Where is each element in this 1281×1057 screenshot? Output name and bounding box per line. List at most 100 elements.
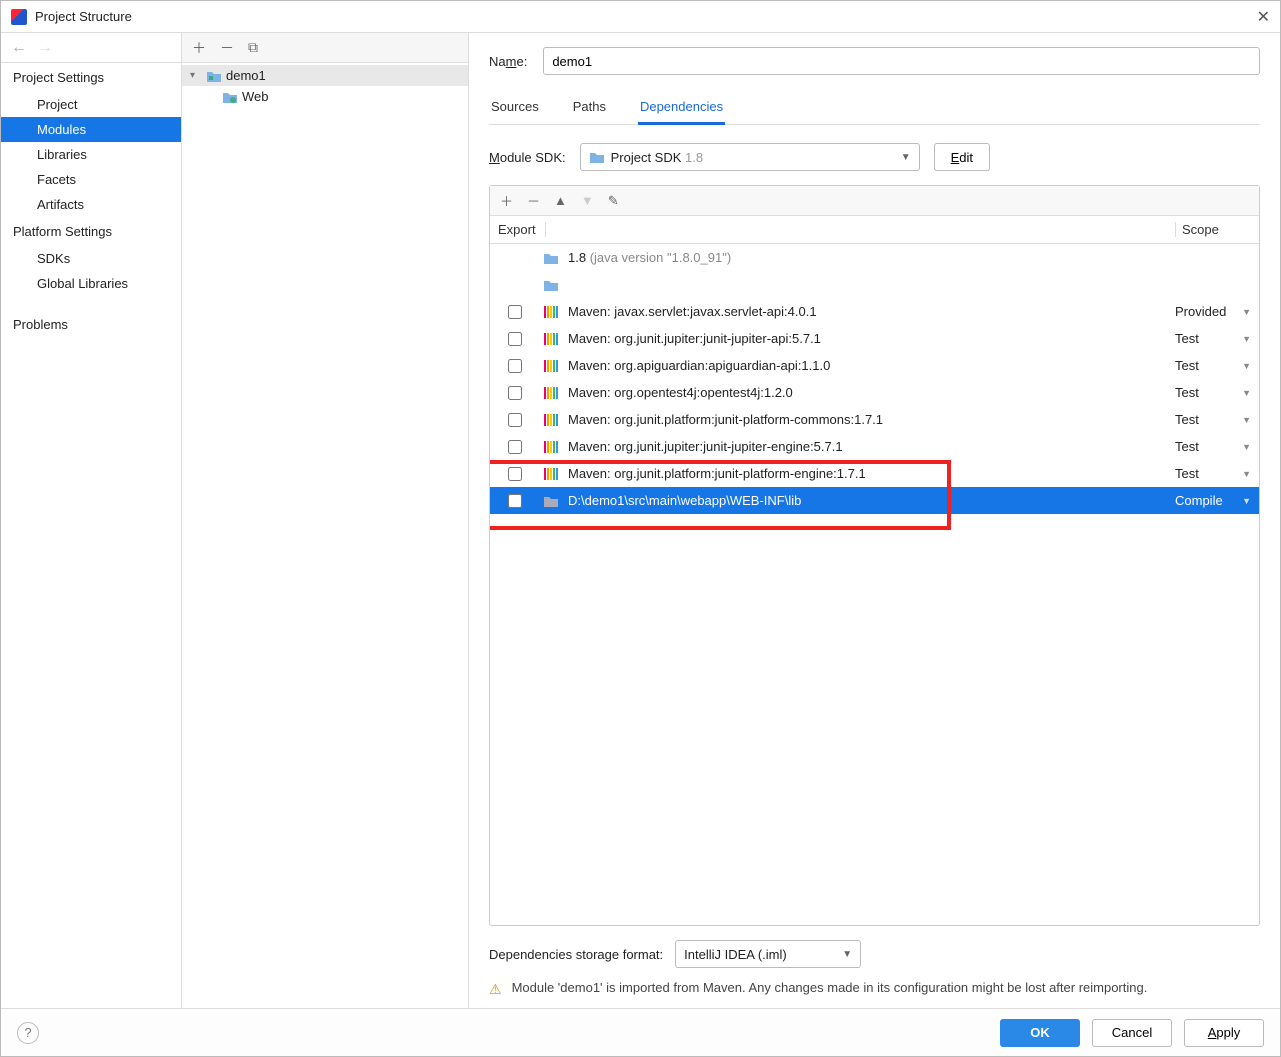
export-checkbox[interactable]	[508, 494, 522, 508]
module-sdk-select[interactable]: Project SDK 1.8 ▼	[580, 143, 920, 171]
warning-icon: ⚠	[489, 981, 502, 998]
col-export[interactable]: Export	[490, 222, 546, 237]
dependency-row[interactable]: Maven: org.junit.platform:junit-platform…	[490, 460, 1259, 487]
close-icon[interactable]: ✕	[1257, 7, 1270, 27]
dependency-row[interactable]: D:\demo1\src\main\webapp\WEB-INF\lib Comp…	[490, 487, 1259, 514]
export-checkbox[interactable]	[508, 413, 522, 427]
help-button[interactable]: ?	[17, 1022, 39, 1044]
sidebar-item-libraries[interactable]: Libraries	[1, 142, 181, 167]
edit-icon[interactable]: ✎	[608, 193, 619, 209]
edit-sdk-button[interactable]: Edit	[934, 143, 990, 171]
scope-select[interactable]: Test▼	[1175, 466, 1253, 481]
dependency-row[interactable]: Maven: org.junit.platform:junit-platform…	[490, 406, 1259, 433]
section-project-settings: Project Settings	[1, 63, 181, 92]
export-checkbox[interactable]	[508, 332, 522, 346]
dependency-row[interactable]: 1.8 (java version "1.8.0_91")	[490, 244, 1259, 271]
scope-select[interactable]: Provided▼	[1175, 304, 1253, 319]
dependency-row[interactable]	[490, 271, 1259, 298]
deps-toolbar: ＋ － ▲ ▼ ✎	[490, 186, 1259, 216]
dependency-name: Maven: javax.servlet:javax.servlet-api:4…	[568, 304, 1167, 319]
scope-select[interactable]: Test▼	[1175, 358, 1253, 373]
module-folder-icon	[206, 69, 222, 83]
scope-select[interactable]: Test▼	[1175, 439, 1253, 454]
module-tabs: Sources Paths Dependencies	[489, 93, 1260, 125]
sdk-folder-icon	[589, 150, 605, 164]
col-scope[interactable]: Scope	[1175, 222, 1259, 237]
scope-select[interactable]: Compile▼	[1175, 493, 1253, 508]
dependency-name: Maven: org.junit.platform:junit-platform…	[568, 412, 1167, 427]
move-up-icon[interactable]: ▲	[554, 193, 567, 208]
sidebar-item-facets[interactable]: Facets	[1, 167, 181, 192]
web-folder-icon	[222, 90, 238, 104]
export-checkbox[interactable]	[508, 386, 522, 400]
dialog-footer: ? OK Cancel Apply	[1, 1008, 1280, 1056]
library-icon	[542, 468, 560, 480]
dependency-row[interactable]: Maven: org.apiguardian:apiguardian-api:1…	[490, 352, 1259, 379]
folder-icon	[542, 251, 560, 265]
tree-item-demo1[interactable]: ▾ demo1	[182, 65, 468, 86]
storage-label: Dependencies storage format:	[489, 947, 663, 962]
warning-row: ⚠ Module 'demo1' is imported from Maven.…	[489, 976, 1260, 1008]
directory-icon	[542, 494, 560, 508]
copy-icon[interactable]: ⧉	[248, 39, 258, 56]
tab-paths[interactable]: Paths	[571, 93, 608, 124]
scope-select[interactable]: Test▼	[1175, 412, 1253, 427]
titlebar: Project Structure ✕	[1, 1, 1280, 33]
sidebar-item-global-libraries[interactable]: Global Libraries	[1, 271, 181, 296]
dependency-name: D:\demo1\src\main\webapp\WEB-INF\lib	[568, 493, 1167, 508]
scope-select[interactable]: Test▼	[1175, 385, 1253, 400]
move-down-icon[interactable]: ▼	[581, 193, 594, 208]
module-sdk-label: Module SDK:	[489, 150, 566, 165]
library-icon	[542, 414, 560, 426]
chevron-down-icon[interactable]: ▾	[190, 70, 202, 81]
add-icon[interactable]: ＋	[192, 38, 206, 58]
remove-icon[interactable]: －	[527, 191, 540, 210]
apply-button[interactable]: Apply	[1184, 1019, 1264, 1047]
tree-item-label: Web	[242, 89, 269, 104]
warning-text: Module 'demo1' is imported from Maven. A…	[512, 980, 1148, 995]
scope-select[interactable]: Test▼	[1175, 331, 1253, 346]
dependency-name: Maven: org.junit.jupiter:junit-jupiter-a…	[568, 331, 1167, 346]
tab-sources[interactable]: Sources	[489, 93, 541, 124]
export-checkbox[interactable]	[508, 305, 522, 319]
remove-icon[interactable]: －	[220, 38, 234, 58]
dependency-row[interactable]: Maven: javax.servlet:javax.servlet-api:4…	[490, 298, 1259, 325]
library-icon	[542, 333, 560, 345]
sidebar-item-sdks[interactable]: SDKs	[1, 246, 181, 271]
dependency-row[interactable]: Maven: org.junit.jupiter:junit-jupiter-a…	[490, 325, 1259, 352]
library-icon	[542, 306, 560, 318]
sidebar-item-modules[interactable]: Modules	[1, 117, 181, 142]
settings-sidebar: ← → Project Settings Project Modules Lib…	[1, 33, 182, 1008]
sidebar-item-problems[interactable]: Problems	[1, 310, 181, 339]
library-icon	[542, 441, 560, 453]
sidebar-item-project[interactable]: Project	[1, 92, 181, 117]
storage-value: IntelliJ IDEA (.iml)	[684, 947, 787, 962]
chevron-down-icon: ▼	[901, 152, 911, 163]
ok-button[interactable]: OK	[1000, 1019, 1080, 1047]
name-input[interactable]	[543, 47, 1260, 75]
forward-icon[interactable]: →	[37, 39, 53, 57]
chevron-down-icon: ▼	[842, 949, 852, 960]
name-label: Name:	[489, 54, 527, 69]
module-content: Name: Sources Paths Dependencies Module …	[469, 33, 1280, 1008]
export-checkbox[interactable]	[508, 440, 522, 454]
dependency-name: 1.8 (java version "1.8.0_91")	[568, 250, 1167, 265]
module-tree-panel: ＋ － ⧉ ▾ demo1 Web	[182, 33, 469, 1008]
export-checkbox[interactable]	[508, 359, 522, 373]
dependency-row[interactable]: Maven: org.opentest4j:opentest4j:1.2.0Te…	[490, 379, 1259, 406]
dependency-row[interactable]: Maven: org.junit.jupiter:junit-jupiter-e…	[490, 433, 1259, 460]
folder-icon	[542, 278, 560, 292]
sidebar-item-artifacts[interactable]: Artifacts	[1, 192, 181, 217]
dependency-name: Maven: org.apiguardian:apiguardian-api:1…	[568, 358, 1167, 373]
tree-item-web[interactable]: Web	[182, 86, 468, 107]
add-icon[interactable]: ＋	[500, 191, 513, 210]
sdk-value: Project SDK 1.8	[611, 150, 704, 165]
dependencies-table: ＋ － ▲ ▼ ✎ Export Scope 1.8 (java version…	[489, 185, 1260, 926]
export-checkbox[interactable]	[508, 467, 522, 481]
tab-dependencies[interactable]: Dependencies	[638, 93, 725, 125]
back-icon[interactable]: ←	[11, 39, 27, 57]
dependency-name: Maven: org.junit.jupiter:junit-jupiter-e…	[568, 439, 1167, 454]
cancel-button[interactable]: Cancel	[1092, 1019, 1172, 1047]
storage-format-select[interactable]: IntelliJ IDEA (.iml) ▼	[675, 940, 861, 968]
library-icon	[542, 360, 560, 372]
